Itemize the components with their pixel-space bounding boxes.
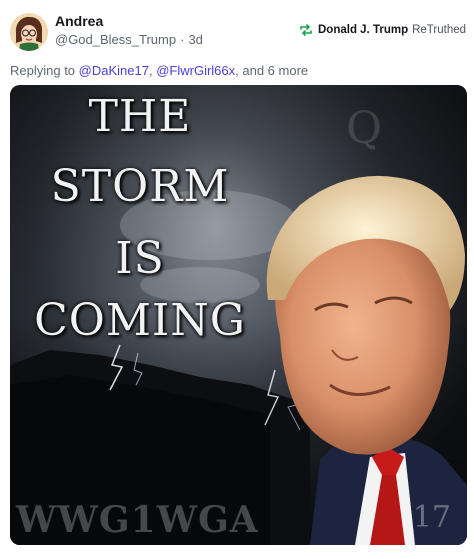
reply-separator: , — [148, 63, 153, 78]
replying-to-line: Replying to @DaKine17, @FlwrGirl66x, and… — [10, 63, 308, 78]
reply-mention-1[interactable]: @DaKine17 — [79, 63, 149, 78]
image-text-line-3: IS — [115, 233, 165, 284]
image-text-line-1: THE — [88, 91, 192, 142]
reply-more[interactable]: , and 6 more — [235, 63, 308, 78]
retruth-arrows-icon — [299, 23, 313, 37]
retruth-label: ReTruthed — [412, 24, 466, 36]
meta-separator: · — [180, 32, 185, 47]
image-watermark: WWG1WGA — [16, 499, 259, 541]
faint-q-letter: Q — [346, 103, 383, 154]
author-meta: @God_Bless_Trump · 3d — [55, 32, 203, 47]
retruth-indicator[interactable]: Donald J. Trump ReTruthed — [299, 23, 466, 37]
retruth-author[interactable]: Donald J. Trump — [318, 24, 408, 36]
author-avatar[interactable] — [10, 13, 48, 51]
replying-prefix: Replying to — [10, 63, 76, 78]
post-age[interactable]: 3d — [188, 32, 202, 47]
image-corner-number: 17 — [412, 500, 451, 535]
post-image[interactable]: Q THE STORM IS COMING WWG1WGA 17 — [10, 85, 467, 545]
post-card: Andrea @God_Bless_Trump · 3d Donald J. Tru… — [0, 0, 474, 559]
reply-mention-2[interactable]: @FlwrGirl66x — [156, 63, 235, 78]
author-name[interactable]: Andrea — [55, 13, 103, 29]
author-handle[interactable]: @God_Bless_Trump — [55, 32, 176, 47]
image-text-line-2: STORM — [50, 161, 230, 212]
image-text-line-4: COMING — [34, 295, 246, 346]
